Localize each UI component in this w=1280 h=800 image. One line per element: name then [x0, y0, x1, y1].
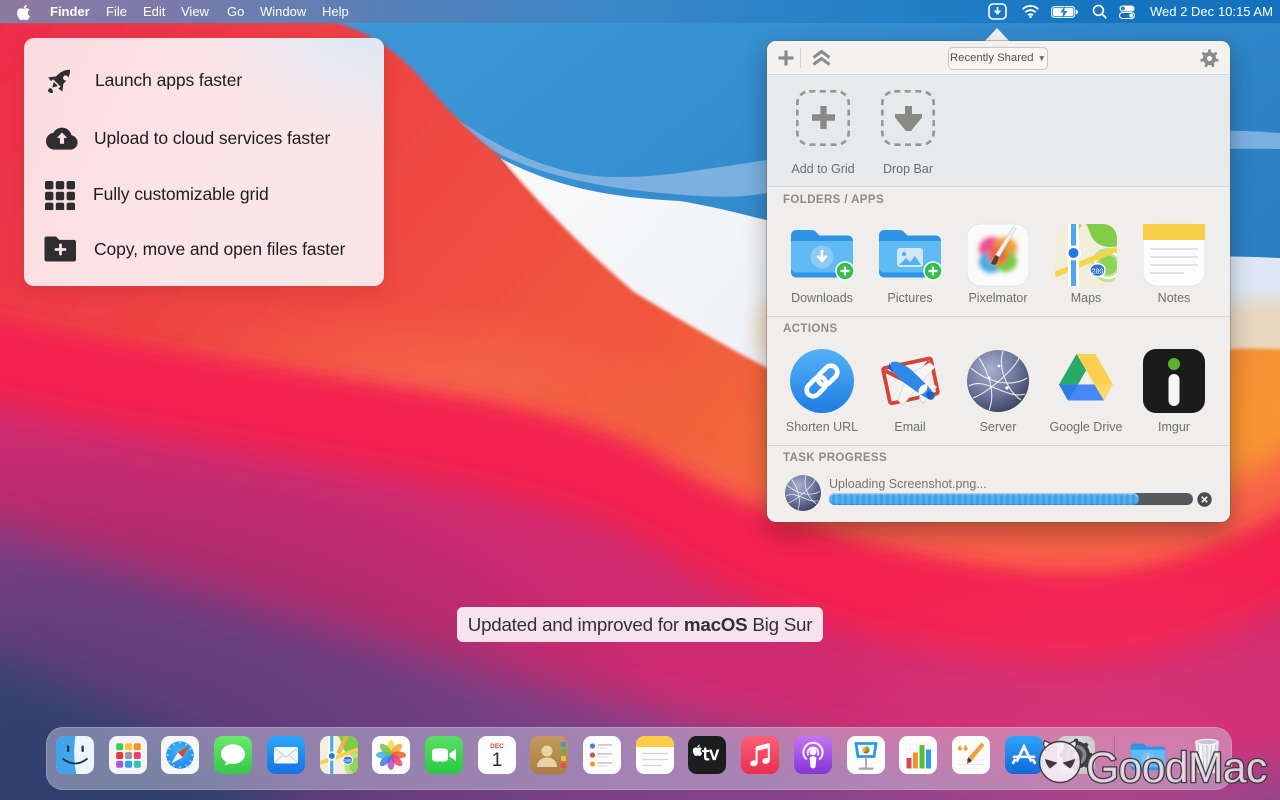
svg-text:DEC: DEC: [490, 743, 504, 750]
svg-text:280: 280: [1092, 268, 1104, 275]
svg-text:1: 1: [491, 750, 502, 771]
svg-text:280: 280: [344, 758, 352, 763]
svg-text:GoodMac: GoodMac: [1086, 745, 1267, 792]
